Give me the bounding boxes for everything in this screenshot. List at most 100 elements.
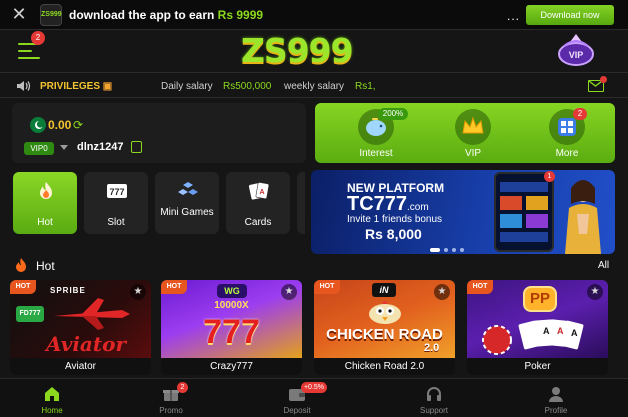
nav-deposit-label: Deposit [283, 406, 311, 415]
svg-text:A: A [571, 328, 578, 338]
category-hot[interactable]: Hot [13, 172, 77, 234]
hot-badge: HOT [314, 280, 340, 294]
phone-badge: 1 [544, 171, 555, 182]
game-name: Aviator [10, 358, 151, 375]
privileges-label: PRIVILEGES [40, 81, 101, 92]
chicken-road-version: 2.0 [424, 342, 440, 354]
svg-text:A: A [259, 189, 264, 196]
vip-emblem-icon[interactable]: VIP [556, 32, 596, 70]
promo-line3: Invite 1 friends bonus [347, 214, 443, 225]
game-card-poker[interactable]: PP A A A HOT ★ Poker [467, 280, 608, 375]
promo-line2-suffix: .com [407, 202, 429, 213]
nav-profile[interactable]: Profile [516, 379, 596, 417]
category-slot[interactable]: 777 Slot [84, 172, 148, 234]
download-banner-prefix: download the app to earn [69, 8, 218, 22]
nav-deposit-badge: +0.5% [301, 382, 327, 393]
promo-banner[interactable]: NEW PLATFORM TC777.com Invite 1 friends … [311, 170, 615, 254]
game-card-chicken-road[interactable]: iN CHICKEN ROAD 2.0 HOT ★ Chicken Road 2… [314, 280, 455, 375]
hot-badge: HOT [10, 280, 36, 294]
hot-badge: HOT [467, 280, 493, 294]
vip-emblem-text: VIP [569, 50, 584, 60]
download-banner-amount: Rs 9999 [217, 8, 264, 22]
flame-icon [40, 182, 52, 199]
home-icon [45, 387, 59, 401]
poker-cards-icon: A A A [482, 319, 584, 355]
app-root: ✕ ZS999 download the app to earn Rs 9999… [0, 0, 628, 417]
hot-section-title: Hot [36, 259, 55, 273]
game-card-crazy777[interactable]: WG 10000X 777 HOT ★ Crazy777 [161, 280, 302, 375]
pp-logo: PP [523, 286, 557, 312]
svg-text:A: A [557, 326, 564, 336]
hot-badge: HOT [161, 280, 187, 294]
cards-icon: A [248, 182, 270, 200]
interest-label[interactable]: Interest [346, 148, 406, 159]
menu-icon[interactable] [18, 43, 40, 59]
svg-text:A: A [543, 326, 550, 336]
more-label[interactable]: More [537, 148, 597, 159]
slot-777-icon: 777 [107, 184, 127, 198]
aviator-art-text: Aviator [46, 332, 126, 356]
flame-icon [16, 258, 26, 272]
category-slot-label: Slot [107, 217, 125, 228]
category-mini-games[interactable]: Mini Games [155, 172, 219, 234]
nav-profile-label: Profile [544, 406, 568, 415]
promo-line2: TC777.com [347, 193, 429, 216]
provider-wg: WG [217, 284, 247, 298]
username: dlnz1247 [77, 141, 124, 153]
category-hot-label: Hot [37, 217, 53, 228]
nav-home-label: Home [41, 406, 63, 415]
salary-bar: PRIVILEGES ▣ Daily salary Rs500,000 week… [0, 72, 628, 98]
mail-notification-dot [600, 76, 607, 83]
nav-deposit[interactable]: +0.5% Deposit [257, 379, 337, 417]
promo-line2-main: TC777 [347, 193, 408, 215]
category-cards-label: Cards [244, 217, 272, 228]
nav-support-label: Support [419, 406, 449, 415]
crazy777-multiplier: 10000X [214, 300, 249, 311]
copy-icon[interactable] [131, 141, 142, 153]
chevron-down-icon[interactable] [60, 145, 68, 150]
vip-label[interactable]: VIP [443, 148, 503, 159]
favorite-star-icon[interactable]: ★ [281, 284, 297, 300]
weekly-salary-value: Rs1, [355, 81, 376, 92]
view-all-link[interactable]: All [598, 260, 609, 271]
phone-illustration: 1 [494, 171, 555, 252]
favorite-star-icon[interactable]: ★ [434, 284, 450, 300]
wallet-panel [12, 103, 306, 163]
headset-icon [427, 387, 441, 401]
provider-inout: iN [372, 283, 396, 297]
privileges-link[interactable]: PRIVILEGES ▣ [40, 81, 112, 92]
close-icon[interactable]: ✕ [10, 5, 28, 23]
game-card-aviator[interactable]: SPRIBE FD777 Aviator HOT ★ Aviator [10, 280, 151, 375]
chicken-road-art-text: CHICKEN ROAD [326, 326, 443, 343]
bottom-nav: Home 2 Promo +0.5% Deposit Support Profi… [0, 378, 628, 417]
promo-line4: Rs 8,000 [365, 226, 422, 242]
favorite-star-icon[interactable]: ★ [130, 284, 146, 300]
game-name: Crazy777 [161, 358, 302, 375]
site-logo[interactable]: ZS999 [241, 33, 365, 69]
airplane-icon [54, 298, 130, 330]
pakistan-flag-icon [30, 117, 46, 133]
category-partial [297, 172, 305, 234]
app-logo-icon: ZS999 [40, 4, 62, 26]
refresh-balance-icon[interactable]: ⟳ [73, 118, 83, 132]
category-cards[interactable]: A Cards [226, 172, 290, 234]
provider-spribe: SPRIBE [50, 286, 86, 295]
category-mini-games-label: Mini Games [160, 207, 214, 218]
download-now-button[interactable]: Download now [526, 5, 614, 25]
crazy777-art-text: 777 [203, 313, 260, 351]
nav-promo[interactable]: 2 Promo [131, 379, 211, 417]
game-name: Chicken Road 2.0 [314, 358, 455, 375]
menu-badge: 2 [31, 31, 45, 45]
daily-salary-value: Rs500,000 [223, 81, 272, 92]
nav-promo-label: Promo [159, 406, 183, 415]
nav-home[interactable]: Home [12, 379, 92, 417]
character-illustration [565, 180, 601, 254]
crown-icon[interactable] [455, 109, 491, 145]
favorite-star-icon[interactable]: ★ [587, 284, 603, 300]
more-dots-icon[interactable]: ... [507, 9, 520, 23]
fd777-badge: FD777 [16, 306, 44, 322]
nav-support[interactable]: Support [394, 379, 474, 417]
balance-value: 0.00 [48, 118, 72, 132]
more-badge: 2 [573, 108, 587, 120]
chicken-icon [369, 301, 401, 324]
